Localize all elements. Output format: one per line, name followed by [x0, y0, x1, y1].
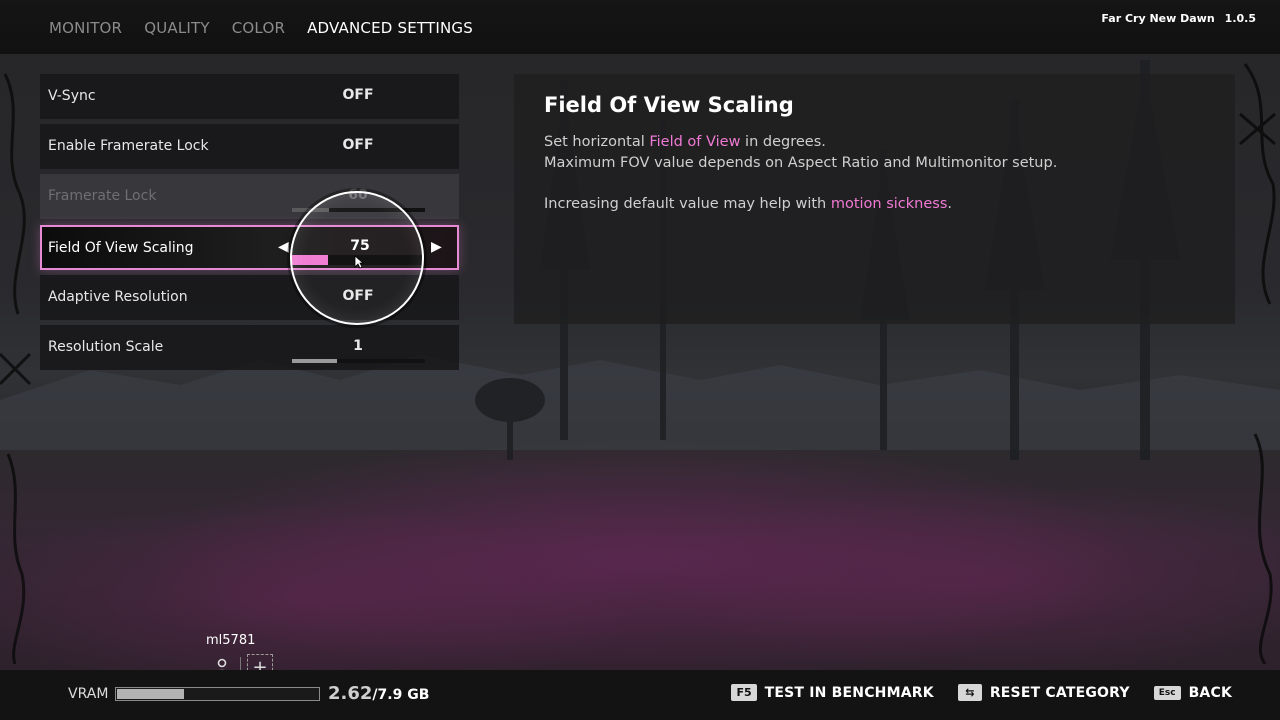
- setting-label: Framerate Lock: [48, 188, 157, 204]
- description-line-3: Increasing default value may help with m…: [544, 196, 952, 212]
- description-highlight: motion sickness: [830, 196, 948, 212]
- hint-back[interactable]: Esc BACK: [1153, 684, 1232, 701]
- vram-value: 2.62/7.9 GB: [328, 683, 429, 704]
- setting-label: V-Sync: [48, 88, 96, 104]
- tab-monitor[interactable]: MONITOR: [49, 19, 122, 37]
- setting-value: 1: [353, 338, 363, 354]
- description-highlight: Field of View: [649, 134, 741, 150]
- vram-total: /7.9 GB: [372, 687, 430, 703]
- description-text: .: [947, 196, 953, 212]
- description-text: Set horizontal: [544, 134, 650, 150]
- hint-test-benchmark[interactable]: F5 TEST IN BENCHMARK: [731, 684, 934, 701]
- top-bar: MONITOR QUALITY COLOR ADVANCED SETTINGS …: [0, 0, 1280, 54]
- scribble-decoration-right: [1239, 63, 1276, 664]
- description-line-1: Set horizontal Field of View in degrees.: [544, 134, 826, 150]
- tab-quality[interactable]: QUALITY: [144, 19, 210, 37]
- setting-description-panel: Field Of View Scaling Set horizontal Fie…: [514, 74, 1235, 324]
- description-text: Increasing default value may help with: [544, 196, 831, 212]
- slider-fill: [292, 359, 338, 363]
- hint-label: BACK: [1188, 684, 1232, 701]
- game-name: Far Cry New Dawn: [1101, 12, 1215, 25]
- vram-label: VRAM: [68, 686, 109, 702]
- setting-label: Resolution Scale: [48, 339, 164, 355]
- description-line-2: Maximum FOV value depends on Aspect Rati…: [544, 155, 1058, 171]
- setting-row-vsync[interactable]: V-Sync OFF: [40, 74, 459, 119]
- tab-bar: MONITOR QUALITY COLOR ADVANCED SETTINGS: [49, 19, 495, 37]
- key-esc: Esc: [1153, 685, 1181, 700]
- hint-reset-category[interactable]: ⇆ RESET CATEGORY: [957, 684, 1130, 701]
- tab-color[interactable]: COLOR: [232, 19, 285, 37]
- description-title: Field Of View Scaling: [544, 93, 794, 117]
- reset-key-icon: ⇆: [957, 684, 982, 701]
- setting-row-enable-framerate-lock[interactable]: Enable Framerate Lock OFF: [40, 124, 459, 169]
- vram-bar: [115, 687, 320, 701]
- username: ml5781: [206, 633, 256, 648]
- vram-fill: [117, 689, 184, 699]
- setting-label: Adaptive Resolution: [48, 289, 188, 305]
- key-f5: F5: [731, 684, 757, 701]
- setting-label: Field Of View Scaling: [48, 240, 194, 256]
- game-title: Far Cry New Dawn 1.0.5: [1101, 12, 1256, 25]
- arrow-right-icon[interactable]: ▶: [431, 239, 442, 255]
- setting-value[interactable]: OFF: [342, 137, 373, 153]
- hint-label: RESET CATEGORY: [989, 684, 1130, 701]
- scribble-decoration-left: [0, 73, 32, 664]
- cursor-icon: [354, 255, 364, 269]
- arrow-left-icon[interactable]: ◀: [278, 239, 289, 255]
- game-version: 1.0.5: [1224, 12, 1256, 25]
- hint-label: TEST IN BENCHMARK: [764, 684, 934, 701]
- setting-row-resolution-scale[interactable]: Resolution Scale 1: [40, 325, 459, 370]
- tab-advanced-settings[interactable]: ADVANCED SETTINGS: [307, 19, 473, 37]
- vram-used: 2.62: [328, 683, 373, 704]
- setting-label: Enable Framerate Lock: [48, 138, 209, 154]
- setting-value[interactable]: OFF: [342, 87, 373, 103]
- key-hints: F5 TEST IN BENCHMARK ⇆ RESET CATEGORY Es…: [707, 684, 1232, 701]
- resolution-scale-slider[interactable]: [292, 359, 425, 363]
- description-text: in degrees.: [740, 134, 826, 150]
